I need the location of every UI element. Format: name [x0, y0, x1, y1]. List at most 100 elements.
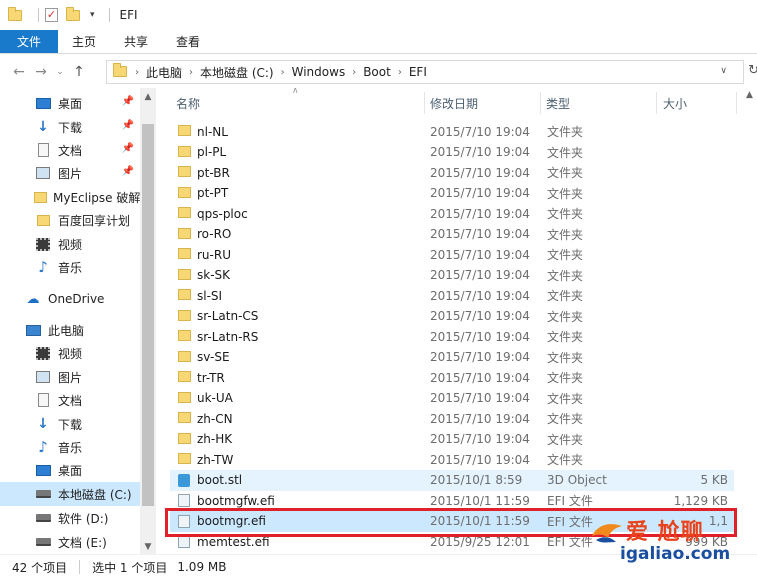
- table-row[interactable]: zh-TW 2015/7/10 19:04 文件夹: [170, 449, 734, 470]
- navigation-pane: 桌面 📌 ↓ 下载 📌 文档 📌 图片 📌 MyEclipse 破解 百度回享计…: [0, 88, 156, 554]
- table-row[interactable]: sv-SE 2015/7/10 19:04 文件夹: [170, 347, 734, 368]
- column-header-type[interactable]: 类型: [546, 88, 570, 118]
- breadcrumb-windows[interactable]: Windows: [292, 65, 346, 79]
- column-header-size[interactable]: 大小: [663, 88, 687, 118]
- chevron-right-icon[interactable]: ›: [281, 67, 285, 78]
- customize-toolbar-icon[interactable]: ▾: [90, 10, 95, 20]
- column-header-name[interactable]: 名称: [176, 88, 200, 118]
- chevron-right-icon[interactable]: ›: [352, 67, 356, 78]
- nav-scrollbar[interactable]: ▲ ▼: [140, 88, 156, 554]
- table-row[interactable]: sr-Latn-RS 2015/7/10 19:04 文件夹: [170, 326, 734, 347]
- file-date: 2015/10/1 11:59: [430, 493, 530, 508]
- file-date: 2015/7/10 19:04: [430, 288, 530, 303]
- table-row[interactable]: sk-SK 2015/7/10 19:04 文件夹: [170, 265, 734, 286]
- nav-item-pictures[interactable]: 图片 📌: [0, 161, 140, 185]
- scroll-down-icon[interactable]: ▼: [140, 542, 156, 552]
- pin-icon[interactable]: 📌: [122, 143, 134, 154]
- scrollbar-thumb[interactable]: [142, 124, 154, 506]
- breadcrumb-boot[interactable]: Boot: [363, 65, 391, 79]
- folder-icon: [178, 309, 191, 321]
- selected-count: 选中 1 个项目: [92, 560, 168, 575]
- scroll-up-icon[interactable]: ▲: [140, 92, 156, 102]
- column-header-date[interactable]: 修改日期: [430, 88, 478, 118]
- table-row[interactable]: pt-BR 2015/7/10 19:04 文件夹: [170, 162, 734, 183]
- nav-item-label: 此电脑: [48, 323, 85, 338]
- nav-item-label: OneDrive: [48, 292, 105, 306]
- nav-item-music[interactable]: ♪ 音乐: [0, 435, 140, 459]
- up-arrow-icon[interactable]: ↑: [68, 64, 90, 80]
- breadcrumb-this-pc[interactable]: 此电脑: [146, 64, 182, 81]
- table-row[interactable]: sr-Latn-CS 2015/7/10 19:04 文件夹: [170, 306, 734, 327]
- nav-item-myeclipse[interactable]: MyEclipse 破解: [0, 185, 140, 209]
- nav-item-label: 桌面: [58, 463, 83, 478]
- address-bar[interactable]: › 此电脑 › 本地磁盘 (C:) › Windows › Boot › EFI…: [106, 60, 757, 84]
- efi-file-icon: [178, 494, 190, 507]
- back-arrow-icon[interactable]: ←: [8, 64, 30, 80]
- nav-item-desktop[interactable]: 桌面: [0, 458, 140, 482]
- file-list-scrollbar[interactable]: ▲: [742, 88, 757, 554]
- chevron-right-icon[interactable]: ›: [135, 67, 139, 78]
- refresh-icon[interactable]: ↻: [748, 63, 757, 78]
- breadcrumb-local-disk[interactable]: 本地磁盘 (C:): [200, 64, 274, 81]
- nav-item-label: 文档: [58, 143, 83, 158]
- table-row[interactable]: ru-RU 2015/7/10 19:04 文件夹: [170, 244, 734, 265]
- table-row[interactable]: boot.stl 2015/10/1 8:59 3D Object 5 KB: [170, 469, 734, 491]
- nav-item-drive-d[interactable]: 软件 (D:): [0, 506, 140, 530]
- folder-icon: [113, 63, 127, 78]
- nav-item-downloads[interactable]: ↓ 下载: [0, 412, 140, 436]
- pin-icon[interactable]: 📌: [122, 96, 134, 107]
- nav-item-music[interactable]: ♪ 音乐: [0, 255, 140, 279]
- nav-item-documents[interactable]: 文档 📌: [0, 138, 140, 162]
- table-row[interactable]: qps-ploc 2015/7/10 19:04 文件夹: [170, 203, 734, 224]
- file-type: 文件夹: [547, 268, 584, 283]
- chevron-right-icon[interactable]: ›: [398, 67, 402, 78]
- nav-item-local-disk-c[interactable]: 本地磁盘 (C:): [0, 482, 140, 506]
- tab-view[interactable]: 查看: [162, 30, 214, 53]
- folder-icon: [178, 125, 191, 136]
- nav-item-videos[interactable]: 视频: [0, 232, 140, 256]
- pin-icon[interactable]: 📌: [122, 166, 134, 177]
- nav-item-pictures[interactable]: 图片: [0, 365, 140, 389]
- table-row[interactable]: zh-CN 2015/7/10 19:04 文件夹: [170, 408, 734, 429]
- folder-icon: [178, 207, 191, 218]
- nav-item-videos[interactable]: 视频: [0, 341, 140, 365]
- recent-locations-icon[interactable]: ⌄: [52, 67, 68, 77]
- forward-arrow-icon[interactable]: →: [30, 64, 52, 80]
- nav-item-this-pc[interactable]: 此电脑: [0, 318, 140, 342]
- nav-item-downloads[interactable]: ↓ 下载 📌: [0, 115, 140, 139]
- file-name: sr-Latn-CS: [197, 309, 259, 323]
- address-dropdown-icon[interactable]: ∨: [720, 66, 727, 76]
- file-name: uk-UA: [197, 391, 233, 405]
- table-row[interactable]: uk-UA 2015/7/10 19:04 文件夹: [170, 388, 734, 409]
- table-row[interactable]: sl-SI 2015/7/10 19:04 文件夹: [170, 285, 734, 306]
- nav-item-label: MyEclipse 破解: [53, 190, 140, 205]
- scroll-up-icon[interactable]: ▲: [742, 90, 757, 100]
- new-folder-icon[interactable]: [66, 7, 82, 22]
- video-icon: [34, 345, 52, 361]
- chevron-right-icon[interactable]: ›: [189, 67, 193, 78]
- properties-icon[interactable]: ✓: [45, 8, 58, 22]
- nav-item-baidu[interactable]: 百度回享计划: [0, 208, 140, 232]
- download-icon: ↓: [37, 119, 49, 135]
- tab-home[interactable]: 主页: [58, 30, 110, 53]
- tab-share[interactable]: 共享: [110, 30, 162, 53]
- table-row[interactable]: pt-PT 2015/7/10 19:04 文件夹: [170, 183, 734, 204]
- tab-file[interactable]: 文件: [0, 30, 59, 53]
- nav-item-documents[interactable]: 文档: [0, 388, 140, 412]
- table-row[interactable]: ro-RO 2015/7/10 19:04 文件夹: [170, 224, 734, 245]
- table-row[interactable]: pl-PL 2015/7/10 19:04 文件夹: [170, 142, 734, 163]
- breadcrumb-efi[interactable]: EFI: [409, 65, 427, 79]
- nav-item-onedrive[interactable]: ☁ OneDrive: [0, 287, 140, 311]
- column-divider[interactable]: [540, 92, 541, 114]
- column-divider[interactable]: [736, 92, 737, 114]
- pin-icon[interactable]: 📌: [122, 120, 134, 131]
- nav-item-drive-e[interactable]: 文档 (E:): [0, 530, 140, 554]
- column-divider[interactable]: [656, 92, 657, 114]
- table-row[interactable]: nl-NL 2015/7/10 19:04 文件夹: [170, 121, 734, 142]
- table-row[interactable]: tr-TR 2015/7/10 19:04 文件夹: [170, 367, 734, 388]
- column-divider[interactable]: [424, 92, 425, 114]
- watermark-url: igaliao.com: [620, 544, 731, 564]
- window-title: EFI: [119, 8, 138, 22]
- table-row[interactable]: zh-HK 2015/7/10 19:04 文件夹: [170, 429, 734, 450]
- nav-item-desktop[interactable]: 桌面 📌: [0, 91, 140, 115]
